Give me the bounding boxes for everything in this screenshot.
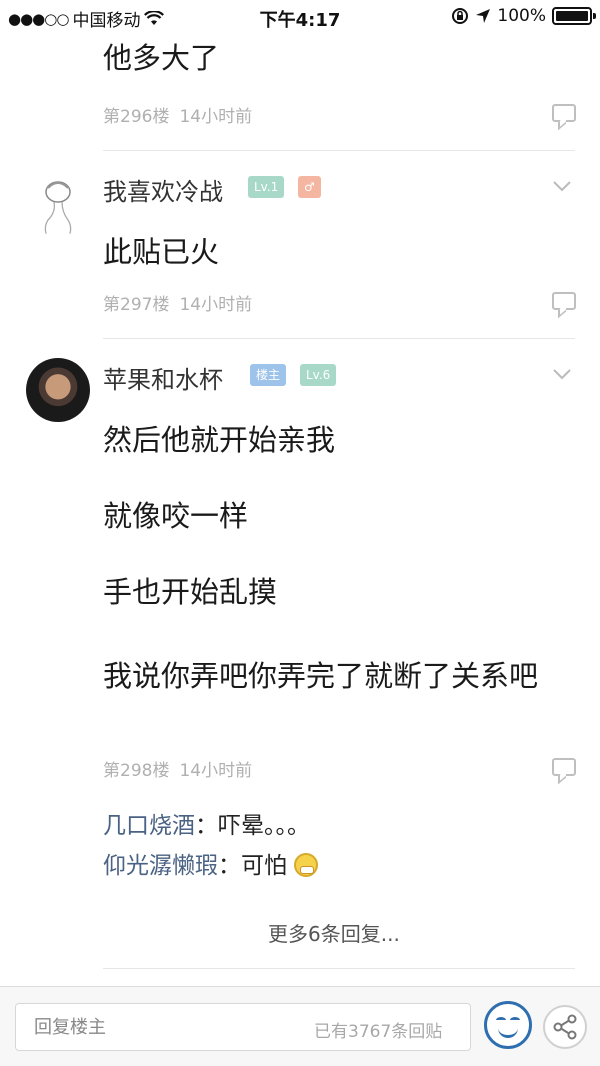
floor-label: 第297楼: [103, 295, 170, 315]
sub-reply-text: 吓晕。。。: [218, 813, 310, 839]
emoji-mouth: [498, 1028, 518, 1038]
post-298-text: 然后他就开始亲我 就像咬一样 手也开始乱摸 我说你弄吧你弄完了就断了关系吧: [103, 420, 553, 704]
floor-label: 第298楼: [103, 761, 170, 781]
divider: [103, 968, 575, 969]
share-icon: [553, 1014, 577, 1040]
chevron-down-icon[interactable]: [552, 364, 572, 384]
comment-icon[interactable]: [552, 758, 576, 776]
reply-count: 已有3767条回贴: [314, 1022, 443, 1042]
battery-icon: [552, 7, 596, 25]
post-line: 然后他就开始亲我: [103, 423, 336, 457]
divider: [103, 150, 575, 151]
post-line: 此贴已火: [103, 235, 220, 269]
gender-badge: ♂: [298, 176, 321, 198]
post-time: 14小时前: [179, 107, 253, 127]
sub-reply-user[interactable]: 几口烧酒: [103, 813, 195, 839]
sub-reply[interactable]: 几口烧酒：吓晕。。。: [103, 806, 575, 846]
post-297-meta: 第297楼 14小时前: [103, 290, 252, 315]
post-time: 14小时前: [179, 295, 253, 315]
post-296-text: 他多大了: [103, 38, 563, 78]
floor-label: 第296楼: [103, 107, 170, 127]
sketch-avatar-image: [44, 181, 72, 235]
sub-reply-user[interactable]: 仰光潺懒瑕: [103, 853, 218, 879]
emoji-eye: [510, 1017, 520, 1023]
post-298-username[interactable]: 苹果和水杯: [103, 360, 223, 395]
status-right: 100%: [451, 6, 596, 26]
scared-emoji-icon: [294, 853, 319, 877]
location-arrow-icon: [476, 9, 491, 23]
bottom-bar: 已有3767条回贴: [0, 986, 600, 1066]
sub-reply-text: 可怕: [241, 853, 287, 879]
battery-fill: [556, 11, 588, 21]
avatar[interactable]: [26, 358, 90, 422]
post-297-text: 此贴已火: [103, 232, 563, 272]
chevron-down-icon[interactable]: [552, 176, 572, 196]
level-badge: Lv.1: [248, 176, 285, 198]
status-bar: ●●●○○ 中国移动 下午4:17 100%: [0, 0, 600, 34]
emoji-icon[interactable]: [484, 1001, 532, 1049]
comment-icon[interactable]: [552, 292, 576, 310]
level-badge: Lv.6: [300, 364, 337, 386]
post-line: 我说你弄吧你弄完了就断了关系吧: [103, 659, 539, 693]
sub-replies: 几口烧酒：吓晕。。。 仰光潺懒瑕：可怕: [103, 806, 575, 886]
battery-percent: 100%: [497, 6, 546, 26]
sub-reply-sep: ：: [195, 813, 218, 839]
more-replies-link[interactable]: 更多6条回复...: [268, 918, 400, 947]
lock-rotation-icon: [452, 8, 469, 24]
op-badge: 楼主: [250, 364, 287, 386]
divider: [103, 338, 575, 339]
avatar[interactable]: [26, 172, 90, 236]
post-line: 手也开始乱摸: [103, 575, 278, 609]
comment-icon[interactable]: [552, 104, 576, 122]
emoji-eye: [496, 1017, 506, 1023]
post-time: 14小时前: [179, 761, 253, 781]
post-line: 就像咬一样: [103, 499, 249, 533]
post-297-username[interactable]: 我喜欢冷战: [103, 172, 223, 207]
sub-reply[interactable]: 仰光潺懒瑕：可怕: [103, 846, 575, 886]
post-298-meta: 第298楼 14小时前: [103, 756, 252, 781]
sub-reply-sep: ：: [218, 853, 241, 879]
share-button[interactable]: [543, 1005, 587, 1049]
post-line: 他多大了: [103, 41, 220, 75]
post-296-meta: 第296楼 14小时前: [103, 102, 252, 127]
